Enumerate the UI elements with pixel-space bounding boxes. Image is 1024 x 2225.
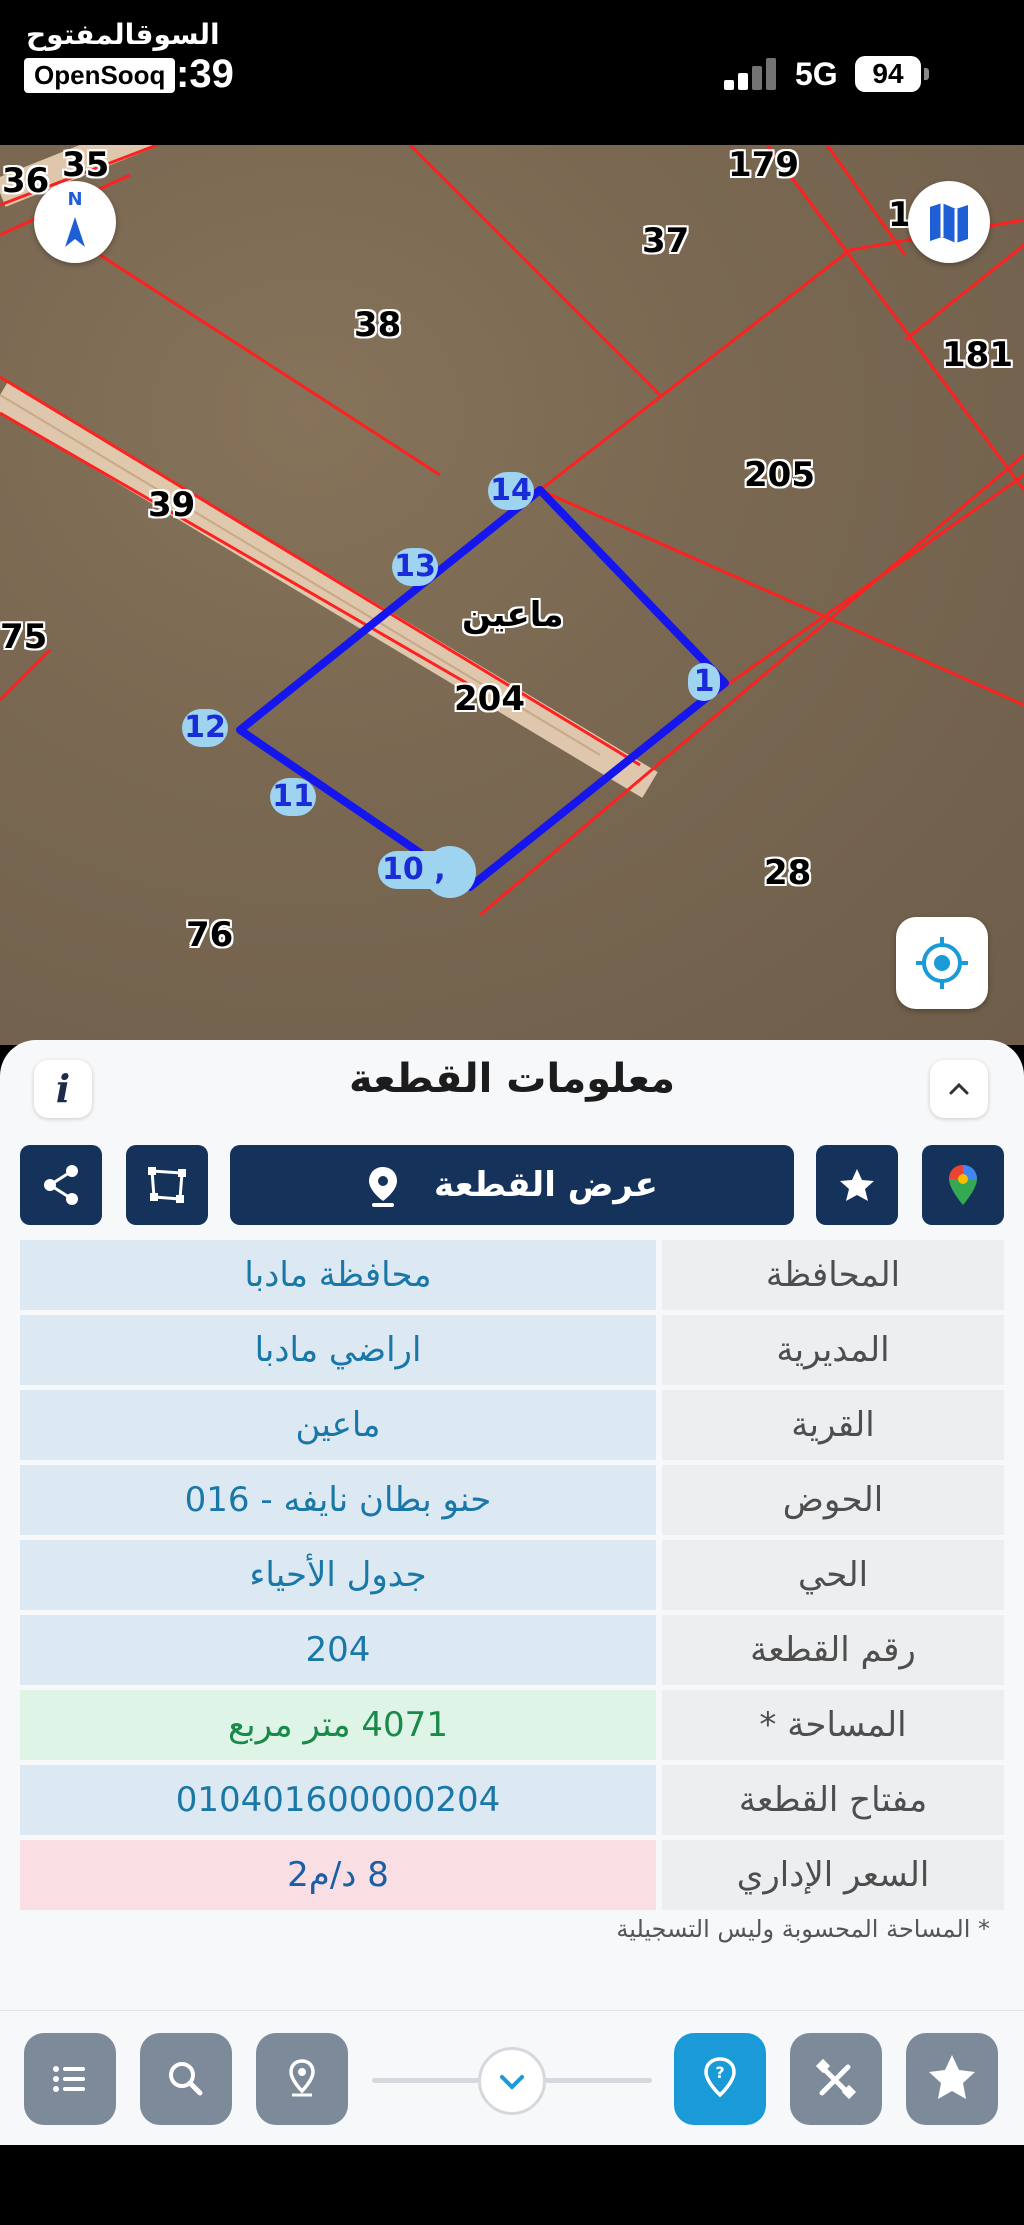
search-icon — [169, 2062, 203, 2096]
share-icon — [44, 1165, 78, 1205]
info-value: اراضي مادبا — [20, 1315, 656, 1385]
info-label: الحي — [662, 1540, 1004, 1610]
watermark-arabic: السوقالمفتوح — [26, 18, 220, 51]
plot-number: 35 — [62, 145, 110, 185]
signal-icon — [724, 58, 780, 90]
crosshair-icon — [916, 937, 968, 989]
polygon-icon — [148, 1167, 186, 1203]
plot-number: 204 — [454, 679, 525, 719]
info-label: السعر الإداري — [662, 1840, 1004, 1910]
favorite-button[interactable] — [816, 1145, 898, 1225]
plot-number: 76 — [186, 915, 234, 955]
vertex-marker: 1 — [688, 663, 720, 701]
my-location-button[interactable] — [896, 917, 988, 1009]
info-label: المحافظة — [662, 1240, 1004, 1310]
star-icon — [840, 1169, 874, 1201]
info-value: حنو بطان نايفه - 016 — [20, 1465, 656, 1535]
map-icon — [930, 203, 968, 243]
status-time: :39 — [176, 52, 234, 96]
chevron-up-icon — [949, 1082, 969, 1095]
view-plot-label: عرض القطعة — [434, 1165, 658, 1205]
location-pin-icon — [369, 1166, 398, 1207]
info-row: 010401600000204 مفتاح القطعة — [20, 1765, 1004, 1835]
vertex-marker: 14 — [488, 472, 534, 510]
info-row: حنو بطان نايفه - 016 الحوض — [20, 1465, 1004, 1535]
panel-toggle-knob[interactable] — [478, 2047, 546, 2115]
list-icon — [53, 2066, 85, 2092]
info-label: القرية — [662, 1390, 1004, 1460]
compass-button[interactable]: N — [34, 181, 116, 263]
vertex-marker: 11 — [270, 778, 316, 816]
plot-number: 181 — [942, 335, 1013, 375]
info-value: محافظة مادبا — [20, 1240, 656, 1310]
plot-number: 39 — [148, 485, 196, 525]
chevron-down-icon — [500, 2075, 524, 2090]
list-button[interactable] — [24, 2033, 116, 2125]
vertex-marker: 12 — [182, 709, 228, 747]
plot-number: 75 — [0, 617, 48, 657]
svg-text:?: ? — [715, 2063, 724, 2082]
info-value: 204 — [20, 1615, 656, 1685]
panel-title: معلومات القطعة — [349, 1056, 675, 1102]
collapse-button[interactable] — [930, 1060, 988, 1118]
status-bar: السوقالمفتوح OpenSooq :39 5G 94 — [0, 0, 1024, 145]
share-button[interactable] — [20, 1145, 102, 1225]
battery-level: 94 — [872, 58, 904, 89]
map-view[interactable]: 35 36 179 1 37 181 38 205 39 75 204 28 7… — [0, 145, 1024, 1045]
star-icon — [929, 2055, 975, 2099]
network-type: 5G — [795, 56, 838, 92]
info-value: 4071 متر مربع — [20, 1690, 656, 1760]
favorites-button[interactable] — [906, 2033, 998, 2125]
pin-question-icon: ? — [704, 2057, 736, 2098]
watermark-logo: OpenSooq — [24, 58, 176, 93]
plot-number: 179 — [728, 145, 799, 185]
village-label: ماعين — [462, 595, 564, 635]
info-value: جدول الأحياء — [20, 1540, 656, 1610]
satellite-icon — [815, 2058, 857, 2100]
plot-number: 205 — [744, 455, 815, 495]
info-label: الحوض — [662, 1465, 1004, 1535]
view-plot-button[interactable]: عرض القطعة — [230, 1145, 794, 1225]
info-row: جدول الأحياء الحي — [20, 1540, 1004, 1610]
vertex-marker: 10 , — [378, 851, 452, 889]
google-maps-button[interactable] — [922, 1145, 1004, 1225]
info-label: المساحة * — [662, 1690, 1004, 1760]
info-row: ماعين القرية — [20, 1390, 1004, 1460]
location-button[interactable] — [256, 2033, 348, 2125]
plot-number: 37 — [642, 221, 690, 261]
plot-number: 38 — [354, 305, 402, 345]
info-value: ماعين — [20, 1390, 656, 1460]
satellite-button[interactable] — [790, 2033, 882, 2125]
vertex-label: 10 — [382, 852, 424, 887]
info-row: 204 رقم القطعة — [20, 1615, 1004, 1685]
info-row: 4071 متر مربع المساحة * — [20, 1690, 1004, 1760]
bottom-toolbar: ? — [0, 2010, 1024, 2145]
info-row: محافظة مادبا المحافظة — [20, 1240, 1004, 1310]
bottom-strip — [0, 2145, 1024, 2225]
map-layers-button[interactable] — [908, 181, 990, 263]
plot-info-panel: i معلومات القطعة عرض القطعة محافظة مادبا… — [0, 1040, 1024, 2145]
battery-icon: 94 — [855, 56, 929, 92]
plot-info-table: محافظة مادبا المحافظة اراضي مادبا المديرية م… — [20, 1240, 1004, 1915]
info-row: اراضي مادبا المديرية — [20, 1315, 1004, 1385]
vertex-marker: 13 — [392, 548, 438, 586]
search-button[interactable] — [140, 2033, 232, 2125]
info-label: المديرية — [662, 1315, 1004, 1385]
info-value: 8 د/م2 — [20, 1840, 656, 1910]
plot-number: 28 — [764, 853, 812, 893]
location-pin-icon — [289, 2059, 315, 2097]
info-label: رقم القطعة — [662, 1615, 1004, 1685]
info-label: مفتاح القطعة — [662, 1765, 1004, 1835]
plot-query-button[interactable]: ? — [674, 2033, 766, 2125]
google-maps-icon — [949, 1165, 977, 1205]
info-value: 010401600000204 — [20, 1765, 656, 1835]
area-footnote: * المساحة المحسوبة وليس التسجيلية — [616, 1915, 990, 1943]
north-label: N — [67, 189, 83, 210]
vertex-extra: , — [434, 852, 446, 887]
polygon-button[interactable] — [126, 1145, 208, 1225]
info-row: 8 د/م2 السعر الإداري — [20, 1840, 1004, 1910]
